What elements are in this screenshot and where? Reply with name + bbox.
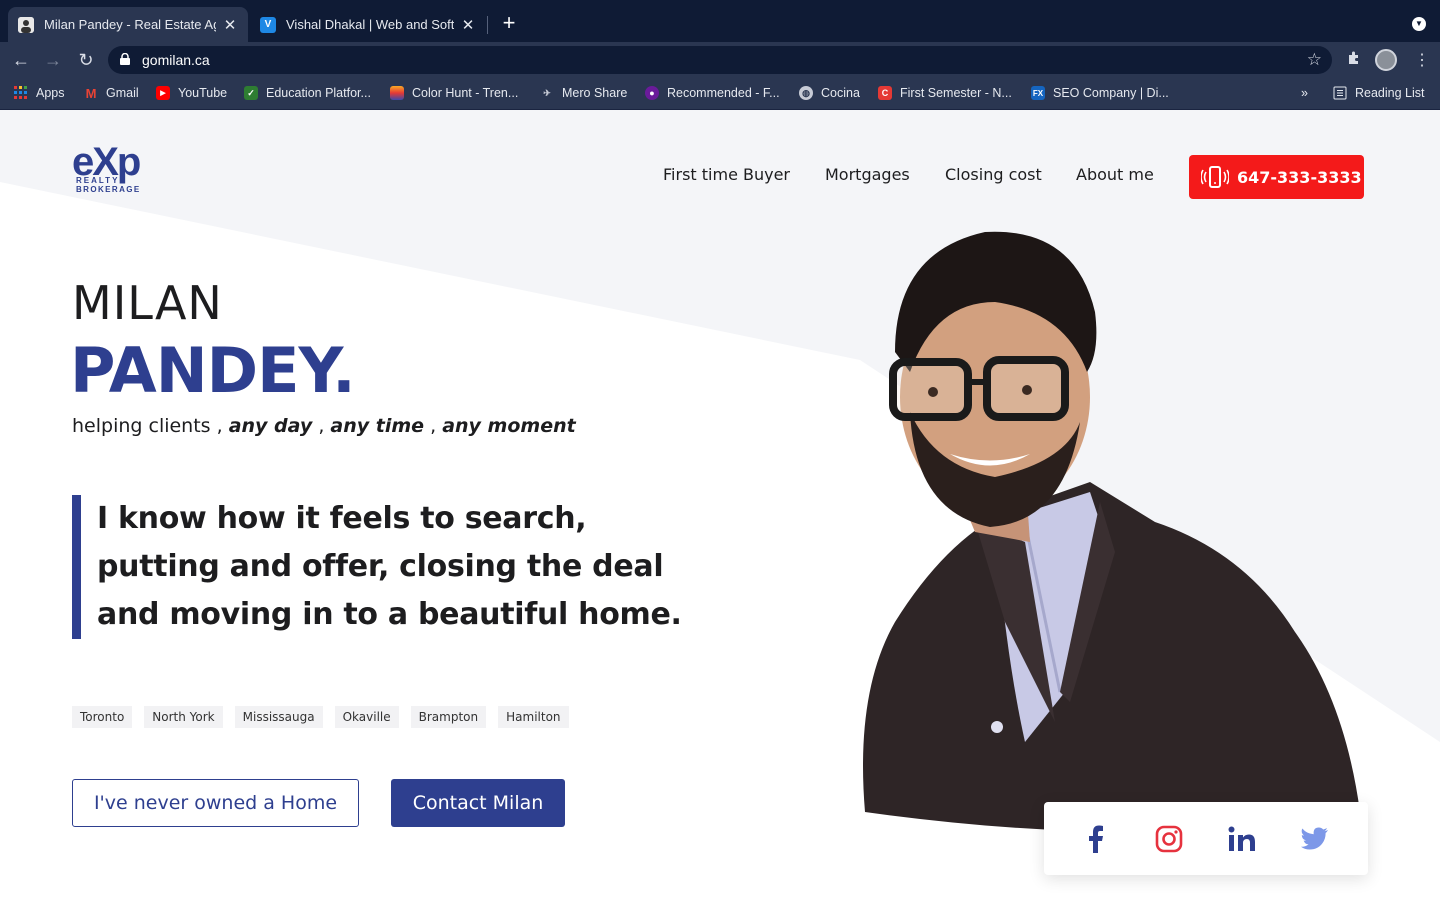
tagline-emphasis: any day [228,415,313,437]
back-arrow-icon[interactable]: ← [10,49,32,71]
education-icon: ✓ [244,86,258,100]
bookmark-recommended[interactable]: ● Recommended - F... [645,86,780,100]
nav-about-me[interactable]: About me [1076,165,1154,184]
apps-grid-icon [14,86,28,100]
city-tag: Mississauga [234,706,323,728]
close-tab-icon[interactable]: ✕ [460,16,476,34]
city-tag: Hamilton [498,706,569,728]
url-text: gomilan.ca [142,52,210,68]
bookmark-apps[interactable]: Apps [14,86,65,100]
city-tag: Toronto [72,706,133,728]
nav-first-time-buyer[interactable]: First time Buyer [663,165,790,184]
bookmark-label: YouTube [178,86,228,100]
hero-first-name: MILAN [72,276,223,330]
phone-ring-icon [1201,166,1229,188]
kebab-menu-icon[interactable]: ⋮ [1414,50,1430,70]
gmail-icon: M [85,85,97,101]
bookmark-label: Reading List [1355,86,1425,100]
logo-subtitle: REALTY [76,176,120,185]
web-page: eXp REALTY BROKERAGE First time Buyer Mo… [0,110,1440,900]
bookmark-label: Education Platfor... [266,86,371,100]
tab-title: Milan Pandey - Real Estate Age [44,17,216,32]
tagline-prefix: helping clients , [72,415,223,437]
tab-milan-pandey[interactable]: Milan Pandey - Real Estate Age ✕ [8,7,248,42]
logo-subtitle: BROKERAGE [76,185,141,194]
linkedin-icon[interactable] [1227,824,1257,854]
browser-toolbar: ← → ↻ gomilan.ca ☆ ⋮ [0,42,1440,78]
bookmark-label: Cocina [821,86,860,100]
globe-icon: ◍ [799,86,813,100]
browser-tab-strip: Milan Pandey - Real Estate Age ✕ V Visha… [0,0,1440,42]
facebook-icon[interactable] [1081,824,1111,854]
bookmarks-bar: Apps M Gmail ▶ YouTube ✓ Education Platf… [0,78,1440,110]
tagline-separator: , [430,415,437,437]
city-tag: Brampton [410,706,487,728]
tagline-emphasis: any time [330,415,425,437]
social-links-card [1044,802,1368,875]
bookmarks-overflow-button[interactable]: » [1301,86,1308,100]
hero-tagline: helping clients , any day , any time , a… [72,415,576,437]
bookmark-colorhunt[interactable]: Color Hunt - Tren... [390,86,518,100]
reading-list-icon [1333,86,1347,100]
hero-quote: I know how it feels to search, putting a… [72,495,682,639]
c-icon: C [878,86,892,100]
bookmark-meroshare[interactable]: ✈ Mero Share [540,86,627,100]
bookmark-label: Mero Share [562,86,628,100]
never-owned-home-button[interactable]: I've never owned a Home [72,779,359,827]
nav-mortgages[interactable]: Mortgages [825,165,910,184]
tab-divider [487,16,488,34]
bookmark-label: First Semester - N... [900,86,1012,100]
address-bar[interactable]: gomilan.ca ☆ [108,46,1332,74]
bookmark-label: Recommended - F... [667,86,780,100]
new-tab-button[interactable]: + [498,12,520,34]
site-favicon-icon [18,16,34,33]
bookmark-education[interactable]: ✓ Education Platfor... [244,86,371,100]
contact-milan-button[interactable]: Contact Milan [391,779,565,827]
bookmark-cocina[interactable]: ◍ Cocina [799,86,860,100]
bookmark-youtube[interactable]: ▶ YouTube [156,86,227,100]
bookmark-gmail[interactable]: M Gmail [84,85,139,101]
youtube-icon: ▶ [156,86,170,100]
bookmark-first-semester[interactable]: C First Semester - N... [878,86,1012,100]
extensions-puzzle-icon[interactable] [1346,50,1362,71]
city-tag: Okaville [334,706,399,728]
bookmark-label: Color Hunt - Tren... [412,86,519,100]
tab-title: Vishal Dhakal | Web and Softw [286,17,454,32]
exp-realty-logo[interactable]: eXp REALTY BROKERAGE [72,142,154,198]
bookmark-label: SEO Company | Di... [1053,86,1169,100]
nav-closing-cost[interactable]: Closing cost [945,165,1042,184]
lock-icon [120,53,130,65]
reading-list-button[interactable]: Reading List [1333,86,1425,100]
phone-number: 647-333-3333 [1237,167,1362,187]
site-favicon-icon: V [260,16,276,33]
bookmark-seo-company[interactable]: FX SEO Company | Di... [1031,86,1169,100]
bookmark-label: Gmail [106,86,139,100]
twitter-icon[interactable] [1300,824,1330,854]
fx-icon: FX [1031,86,1045,100]
forward-arrow-icon[interactable]: → [42,49,64,71]
city-tag: North York [144,706,223,728]
bookmark-label: Apps [36,86,65,100]
tab-vishal-dhakal[interactable]: V Vishal Dhakal | Web and Softw ✕ [250,7,486,42]
agent-portrait-image [863,231,1360,832]
colorhunt-icon [390,86,404,100]
meroshare-icon: ✈ [543,87,551,98]
recommended-icon: ● [645,86,659,100]
tab-search-icon[interactable]: ▼ [1412,17,1426,31]
instagram-icon[interactable] [1154,824,1184,854]
reload-icon[interactable]: ↻ [75,49,97,71]
close-tab-icon[interactable]: ✕ [222,16,238,34]
city-tags: Toronto North York Mississauga Okaville … [72,706,569,728]
call-phone-button[interactable]: 647-333-3333 [1189,155,1364,199]
profile-avatar[interactable] [1375,49,1397,71]
tagline-emphasis: any moment [442,415,576,437]
tagline-separator: , [318,415,325,437]
bookmark-star-icon[interactable]: ☆ [1307,50,1322,70]
hero-last-name: PANDEY. [70,334,356,407]
